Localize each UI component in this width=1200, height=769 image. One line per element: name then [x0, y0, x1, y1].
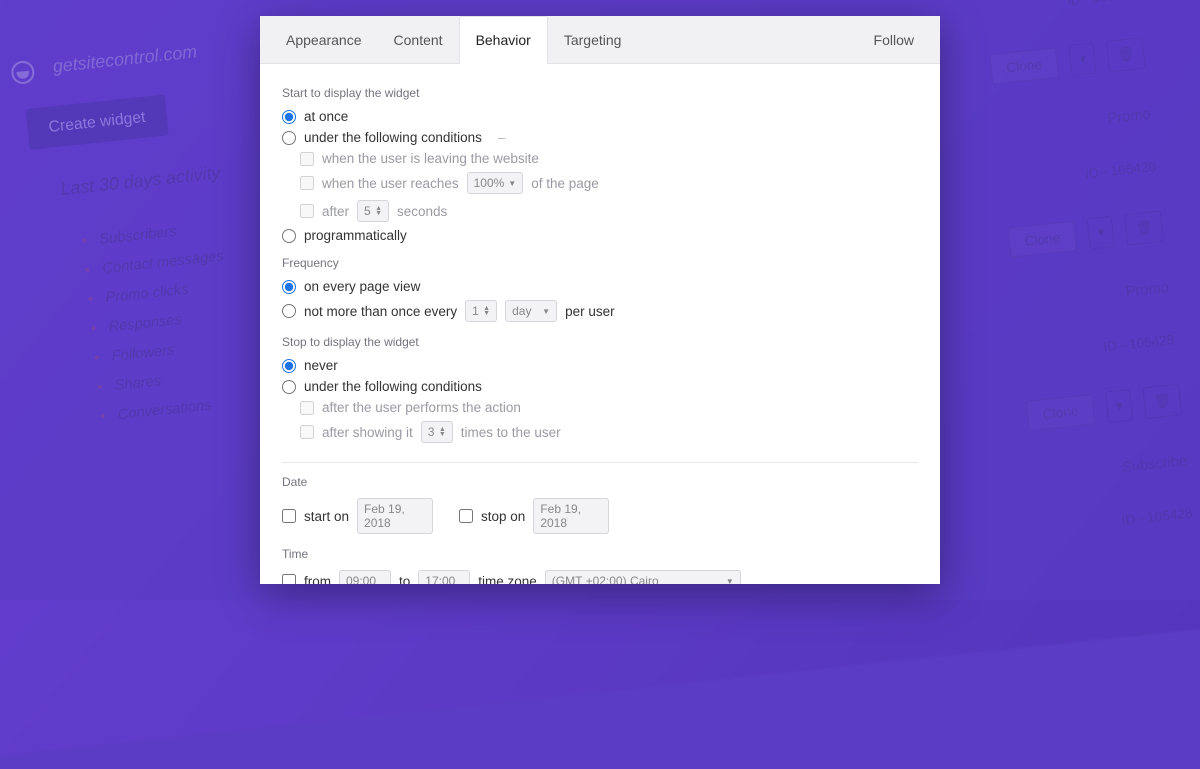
after-seconds-value: 5 [364, 204, 371, 218]
stop-after-action-option[interactable]: after the user performs the action [300, 397, 918, 418]
time-from-input[interactable]: 09:00 [339, 570, 391, 584]
date-stop-label: stop on [481, 509, 525, 524]
cond-after-option[interactable]: after 5 ▲▼ seconds [300, 197, 918, 225]
freq-every-radio[interactable] [282, 280, 296, 294]
stepper-icon: ▲▼ [439, 427, 446, 437]
behavior-panel: Start to display the widget at once unde… [260, 64, 940, 584]
freq-unit-select[interactable]: day ▼ [505, 300, 557, 322]
stepper-icon: ▲▼ [483, 306, 490, 316]
time-from-label: from [304, 574, 331, 585]
stop-conditions-label: under the following conditions [304, 379, 482, 394]
cond-reaches-option[interactable]: when the user reaches 100% ▼ of the page [300, 169, 918, 197]
cond-reaches-pre: when the user reaches [322, 176, 459, 191]
cond-after-checkbox[interactable] [300, 204, 314, 218]
time-heading: Time [282, 547, 918, 561]
cond-reaches-checkbox[interactable] [300, 176, 314, 190]
tab-follow[interactable]: Follow [858, 16, 930, 63]
chevron-down-icon: ▼ [542, 307, 550, 316]
cond-leaving-checkbox[interactable] [300, 152, 314, 166]
start-conditions-radio[interactable] [282, 131, 296, 145]
date-stop-checkbox[interactable] [459, 509, 473, 523]
start-programmatically-label: programmatically [304, 228, 407, 243]
stop-after-action-checkbox[interactable] [300, 401, 314, 415]
stop-conditions-radio[interactable] [282, 380, 296, 394]
start-at-once-option[interactable]: at once [282, 106, 918, 127]
date-start-label: start on [304, 509, 349, 524]
collapse-icon[interactable]: – [498, 130, 506, 145]
date-heading: Date [282, 475, 918, 489]
tab-targeting[interactable]: Targeting [548, 16, 638, 63]
freq-limit-option[interactable]: not more than once every 1 ▲▼ day ▼ per … [282, 297, 918, 325]
freq-count-stepper[interactable]: 1 ▲▼ [465, 300, 497, 322]
date-start-input[interactable]: Feb 19, 2018 [357, 498, 433, 534]
cond-leaving-option[interactable]: when the user is leaving the website [300, 148, 918, 169]
timezone-value: (GMT +02:00) Cairo [552, 574, 659, 584]
stop-after-action-label: after the user performs the action [322, 400, 521, 415]
freq-limit-radio[interactable] [282, 304, 296, 318]
stop-never-label: never [304, 358, 338, 373]
reaches-percent-value: 100% [474, 176, 505, 190]
freq-limit-pre: not more than once every [304, 304, 457, 319]
frequency-heading: Frequency [282, 256, 918, 270]
showing-times-value: 3 [428, 425, 435, 439]
stop-after-showing-checkbox[interactable] [300, 425, 314, 439]
cond-after-pre: after [322, 204, 349, 219]
stop-after-showing-pre: after showing it [322, 425, 413, 440]
freq-unit-value: day [512, 304, 531, 318]
stop-after-showing-post: times to the user [461, 425, 561, 440]
stop-heading: Stop to display the widget [282, 335, 918, 349]
start-conditions-label: under the following conditions [304, 130, 482, 145]
stepper-icon: ▲▼ [375, 206, 382, 216]
date-start-checkbox[interactable] [282, 509, 296, 523]
chevron-down-icon: ▼ [508, 179, 516, 188]
settings-modal: Appearance Content Behavior Targeting Fo… [260, 16, 940, 584]
start-at-once-radio[interactable] [282, 110, 296, 124]
divider [282, 462, 918, 463]
start-at-once-label: at once [304, 109, 348, 124]
time-to-label: to [399, 574, 410, 585]
stop-conditions-option[interactable]: under the following conditions [282, 376, 918, 397]
start-conditions-option[interactable]: under the following conditions – [282, 127, 918, 148]
reaches-percent-select[interactable]: 100% ▼ [467, 172, 524, 194]
freq-count-value: 1 [472, 304, 479, 318]
tab-appearance[interactable]: Appearance [270, 16, 378, 63]
time-from-checkbox[interactable] [282, 574, 296, 584]
start-heading: Start to display the widget [282, 86, 918, 100]
timezone-select[interactable]: (GMT +02:00) Cairo ▼ [545, 570, 741, 584]
start-programmatically-radio[interactable] [282, 229, 296, 243]
tab-bar: Appearance Content Behavior Targeting Fo… [260, 16, 940, 64]
tab-behavior[interactable]: Behavior [459, 16, 548, 64]
freq-limit-post: per user [565, 304, 615, 319]
chevron-down-icon: ▼ [726, 577, 734, 585]
cond-leaving-label: when the user is leaving the website [322, 151, 539, 166]
cond-after-post: seconds [397, 204, 447, 219]
after-seconds-stepper[interactable]: 5 ▲▼ [357, 200, 389, 222]
timezone-label: time zone [478, 574, 537, 585]
start-programmatically-option[interactable]: programmatically [282, 225, 918, 246]
stop-never-radio[interactable] [282, 359, 296, 373]
showing-times-stepper[interactable]: 3 ▲▼ [421, 421, 453, 443]
freq-every-option[interactable]: on every page view [282, 276, 918, 297]
freq-every-label: on every page view [304, 279, 420, 294]
date-stop-input[interactable]: Feb 19, 2018 [533, 498, 609, 534]
tab-content[interactable]: Content [378, 16, 459, 63]
stop-after-showing-option[interactable]: after showing it 3 ▲▼ times to the user [300, 418, 918, 446]
cond-reaches-post: of the page [531, 176, 599, 191]
time-to-input[interactable]: 17:00 [418, 570, 470, 584]
stop-never-option[interactable]: never [282, 355, 918, 376]
